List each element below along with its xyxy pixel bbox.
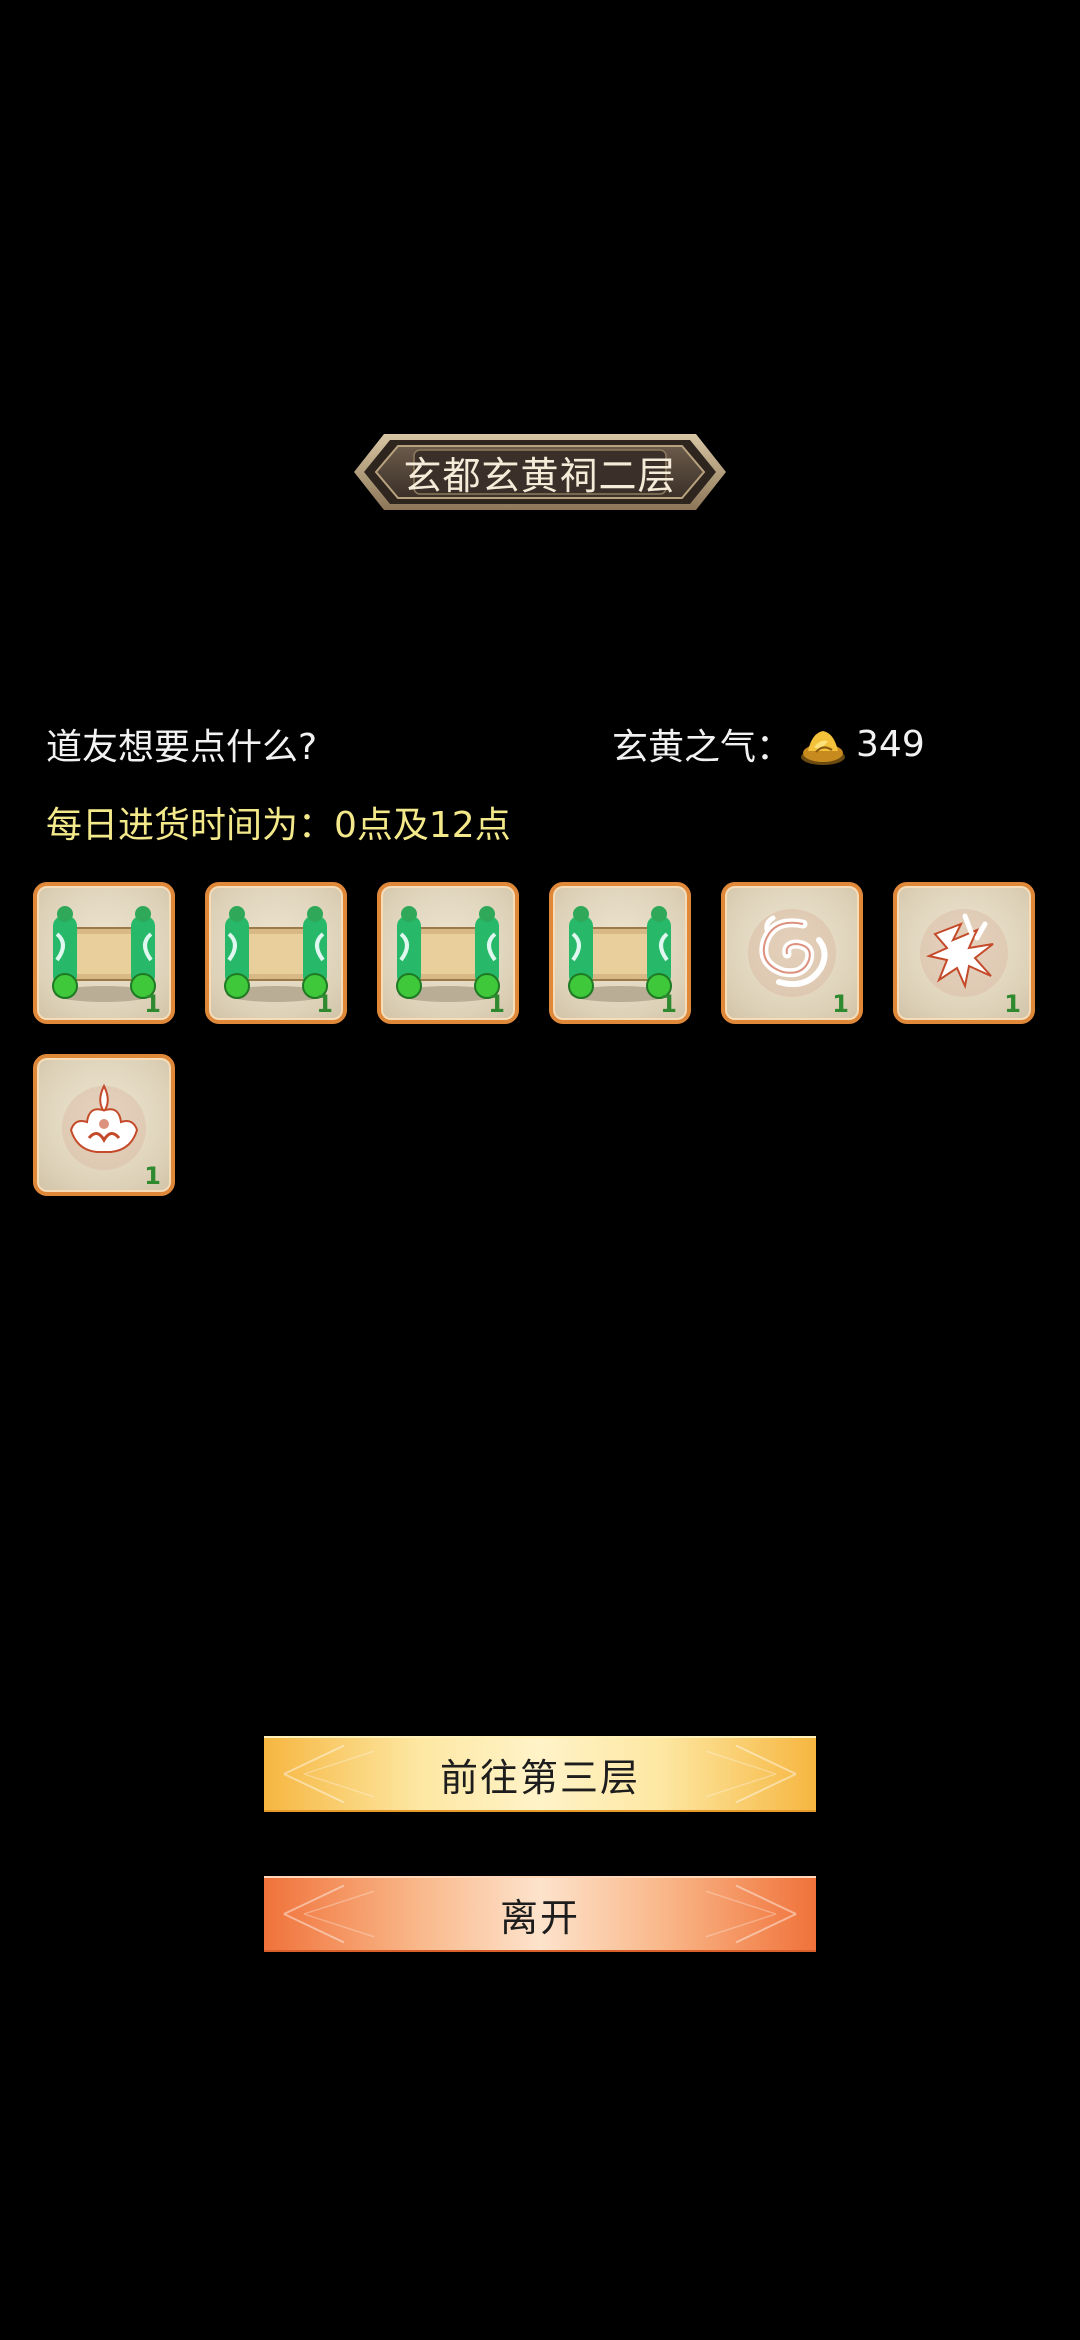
item-count: 1 (660, 990, 677, 1018)
shop-item-slot[interactable]: 1 (33, 882, 175, 1024)
item-count: 1 (832, 990, 849, 1018)
next-floor-button[interactable]: 前往第三层 (264, 1736, 816, 1812)
title-plaque: 玄都玄黄祠二层 (354, 428, 726, 516)
shop-prompt: 道友想要点什么? (46, 727, 318, 768)
currency-label: 玄黄之气： (612, 727, 793, 768)
shop-item-slot[interactable]: 1 (377, 882, 519, 1024)
restock-time-notice: 每日进货时间为：0点及12点 (46, 805, 511, 846)
leave-label: 离开 (499, 1895, 580, 1940)
next-floor-label: 前往第三层 (439, 1755, 640, 1800)
shop-screen: 玄都玄黄祠二层 道友想要点什么? 玄黄之气： 349 每日进货时间为：0点及12… (0, 0, 1080, 2340)
shop-item-slot[interactable]: 1 (893, 882, 1035, 1024)
item-count: 1 (488, 990, 505, 1018)
shop-item-slot[interactable]: 1 (721, 882, 863, 1024)
item-count: 1 (144, 990, 161, 1018)
currency-amount: 349 (856, 723, 925, 765)
item-grid: 1 1 1 1 1 1 1 (33, 882, 1063, 1196)
shop-item-slot[interactable]: 1 (33, 1054, 175, 1196)
item-count: 1 (1004, 990, 1021, 1018)
gold-ingot-icon (801, 731, 846, 765)
currency-display: 玄黄之气： 349 (612, 718, 925, 770)
leave-button[interactable]: 离开 (264, 1876, 816, 1952)
item-count: 1 (316, 990, 333, 1018)
page-title: 玄都玄黄祠二层 (403, 453, 677, 498)
shop-item-slot[interactable]: 1 (205, 882, 347, 1024)
item-count: 1 (144, 1162, 161, 1190)
shop-item-slot[interactable]: 1 (549, 882, 691, 1024)
